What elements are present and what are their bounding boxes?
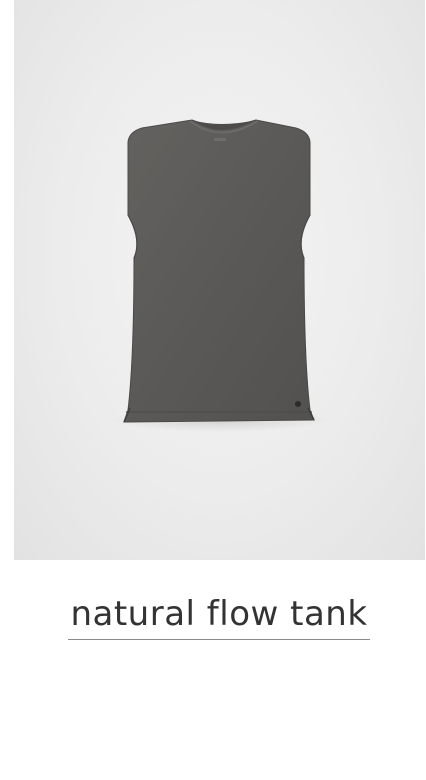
product-title: natural flow tank (70, 594, 368, 634)
logo-dot (295, 401, 301, 407)
product-card: natural flow tank (0, 0, 426, 780)
tank-body (123, 119, 315, 423)
product-title-link[interactable]: natural flow tank (68, 592, 370, 640)
product-image[interactable] (14, 0, 425, 560)
title-underline (68, 639, 370, 640)
tank-top-illustration (110, 119, 330, 432)
neck-label (214, 138, 226, 141)
